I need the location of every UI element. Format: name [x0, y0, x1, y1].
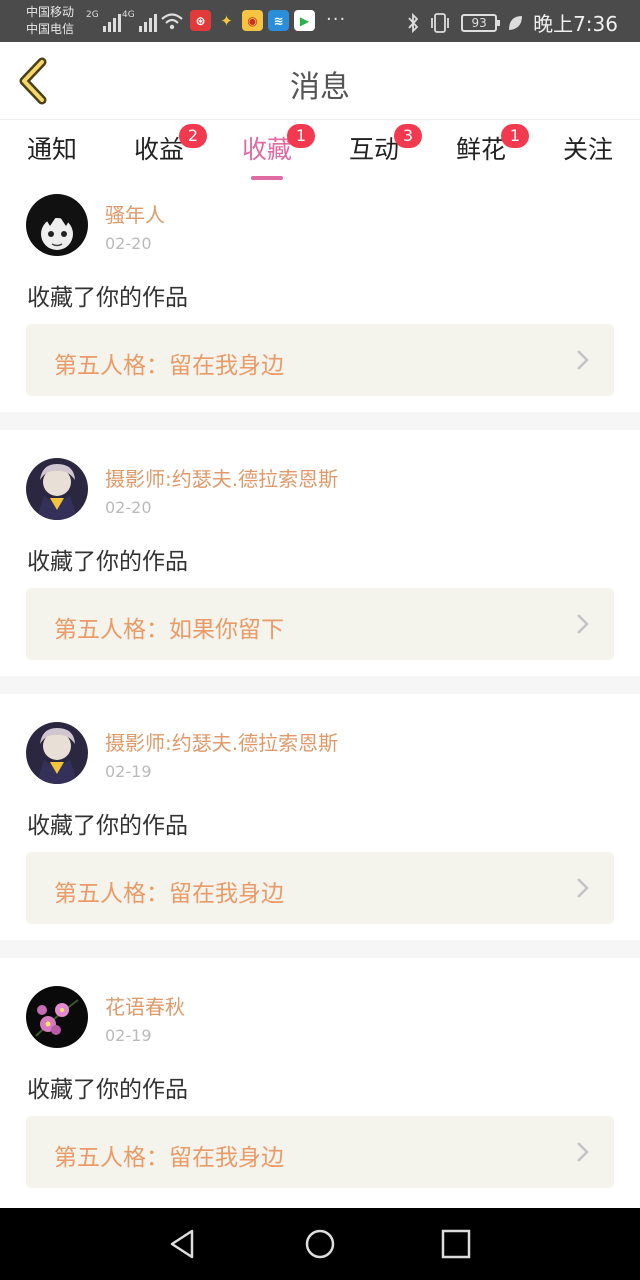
- work-link[interactable]: 第五人格：留在我身边: [26, 1116, 614, 1188]
- bulb-icon: ✦: [216, 10, 237, 31]
- network-type-1: 2G: [86, 10, 99, 20]
- netease-music-icon: ⊛: [190, 10, 211, 31]
- work-link[interactable]: 第五人格：留在我身边: [26, 852, 614, 924]
- action-text: 收藏了你的作品: [27, 1077, 188, 1103]
- more-notifications-icon: ···: [326, 9, 347, 30]
- date: 02-20: [105, 234, 152, 253]
- tab-earnings[interactable]: 收益 2: [111, 124, 207, 166]
- username[interactable]: 花语春秋: [105, 991, 185, 1020]
- work-link[interactable]: 第五人格：留在我身边: [26, 324, 614, 396]
- video-play-icon: ▶: [294, 10, 315, 31]
- leaf-icon: [509, 15, 523, 30]
- divider: [0, 940, 640, 958]
- date: 02-19: [105, 1026, 152, 1045]
- avatar[interactable]: [26, 986, 88, 1048]
- avatar[interactable]: [26, 194, 88, 256]
- carrier-2: 中国电信: [26, 22, 75, 36]
- chevron-right-icon: [577, 350, 589, 370]
- work-title: 第五人格：留在我身边: [54, 881, 284, 907]
- tab-label: 收藏: [241, 135, 292, 164]
- date: 02-20: [105, 498, 152, 517]
- chevron-right-icon: [577, 878, 589, 898]
- tab-badge: 1: [501, 124, 529, 148]
- status-bar: 中国移动 中国电信 2G 4G ⊛ ✦ ◉ ≋ ▶ ··· 93 晚上7:36: [0, 0, 640, 42]
- tab-label: 互动: [348, 135, 399, 164]
- tab-following[interactable]: 关注: [540, 130, 636, 166]
- signal-icon-1: 2G: [86, 10, 121, 32]
- tab-badge: 3: [394, 124, 422, 148]
- tab-badge: 2: [179, 124, 207, 148]
- tab-favorites[interactable]: 收藏 1: [219, 124, 315, 180]
- wifi-icon: [161, 13, 183, 30]
- list-item: 摄影师:约瑟夫.德拉索恩斯 02-20 收藏了你的作品 第五人格：如果你留下: [0, 448, 640, 676]
- clock: 晚上7:36: [533, 12, 618, 36]
- signal-icon-2: 4G: [122, 10, 157, 32]
- carrier-1: 中国移动: [26, 5, 75, 19]
- tab-label: 通知: [26, 135, 77, 164]
- list-item: 摄影师:约瑟夫.德拉索恩斯 02-19 收藏了你的作品 第五人格：留在我身边: [0, 712, 640, 940]
- tab-label: 收益: [133, 135, 184, 164]
- work-title: 第五人格：留在我身边: [54, 353, 284, 379]
- chevron-right-icon: [577, 1142, 589, 1162]
- vibrate-icon: [431, 12, 449, 33]
- app-header: 消息: [0, 42, 640, 120]
- list-item: 花语春秋 02-19 收藏了你的作品 第五人格：留在我身边: [0, 976, 640, 1208]
- action-text: 收藏了你的作品: [27, 813, 188, 839]
- work-link[interactable]: 第五人格：如果你留下: [26, 588, 614, 660]
- broadcast-icon: ≋: [268, 10, 289, 31]
- divider: [0, 676, 640, 694]
- work-title: 第五人格：留在我身边: [54, 1145, 284, 1171]
- date: 02-19: [105, 762, 152, 781]
- tab-bar: 通知 收益 2 收藏 1 互动 3 鲜花 1 关注: [0, 120, 640, 180]
- action-text: 收藏了你的作品: [27, 549, 188, 575]
- battery-icon: 93: [461, 13, 501, 32]
- nav-back-icon[interactable]: [166, 1226, 202, 1262]
- username[interactable]: 骚年人: [105, 199, 165, 228]
- username[interactable]: 摄影师:约瑟夫.德拉索恩斯: [105, 727, 338, 756]
- tab-notifications[interactable]: 通知: [4, 130, 100, 166]
- system-nav-bar: [0, 1208, 640, 1280]
- avatar[interactable]: [26, 458, 88, 520]
- network-type-2: 4G: [122, 10, 135, 20]
- weibo-icon: ◉: [242, 10, 263, 31]
- bluetooth-icon: [408, 12, 419, 33]
- username[interactable]: 摄影师:约瑟夫.德拉索恩斯: [105, 463, 338, 492]
- nav-recents-icon[interactable]: [438, 1226, 474, 1262]
- tab-interactions[interactable]: 互动 3: [326, 124, 422, 166]
- tab-label: 鲜花: [455, 135, 506, 164]
- action-text: 收藏了你的作品: [27, 285, 188, 311]
- page-title: 消息: [290, 70, 350, 105]
- list-item: 骚年人 02-20 收藏了你的作品 第五人格：留在我身边: [0, 184, 640, 412]
- chevron-right-icon: [577, 614, 589, 634]
- avatar[interactable]: [26, 722, 88, 784]
- tab-label: 关注: [562, 135, 613, 164]
- active-tab-indicator: [251, 176, 283, 180]
- nav-home-icon[interactable]: [302, 1226, 338, 1262]
- tab-badge: 1: [287, 124, 315, 148]
- divider: [0, 412, 640, 430]
- work-title: 第五人格：如果你留下: [54, 617, 284, 643]
- tab-flowers[interactable]: 鲜花 1: [433, 124, 529, 166]
- carrier-labels: 中国移动 中国电信: [26, 4, 74, 38]
